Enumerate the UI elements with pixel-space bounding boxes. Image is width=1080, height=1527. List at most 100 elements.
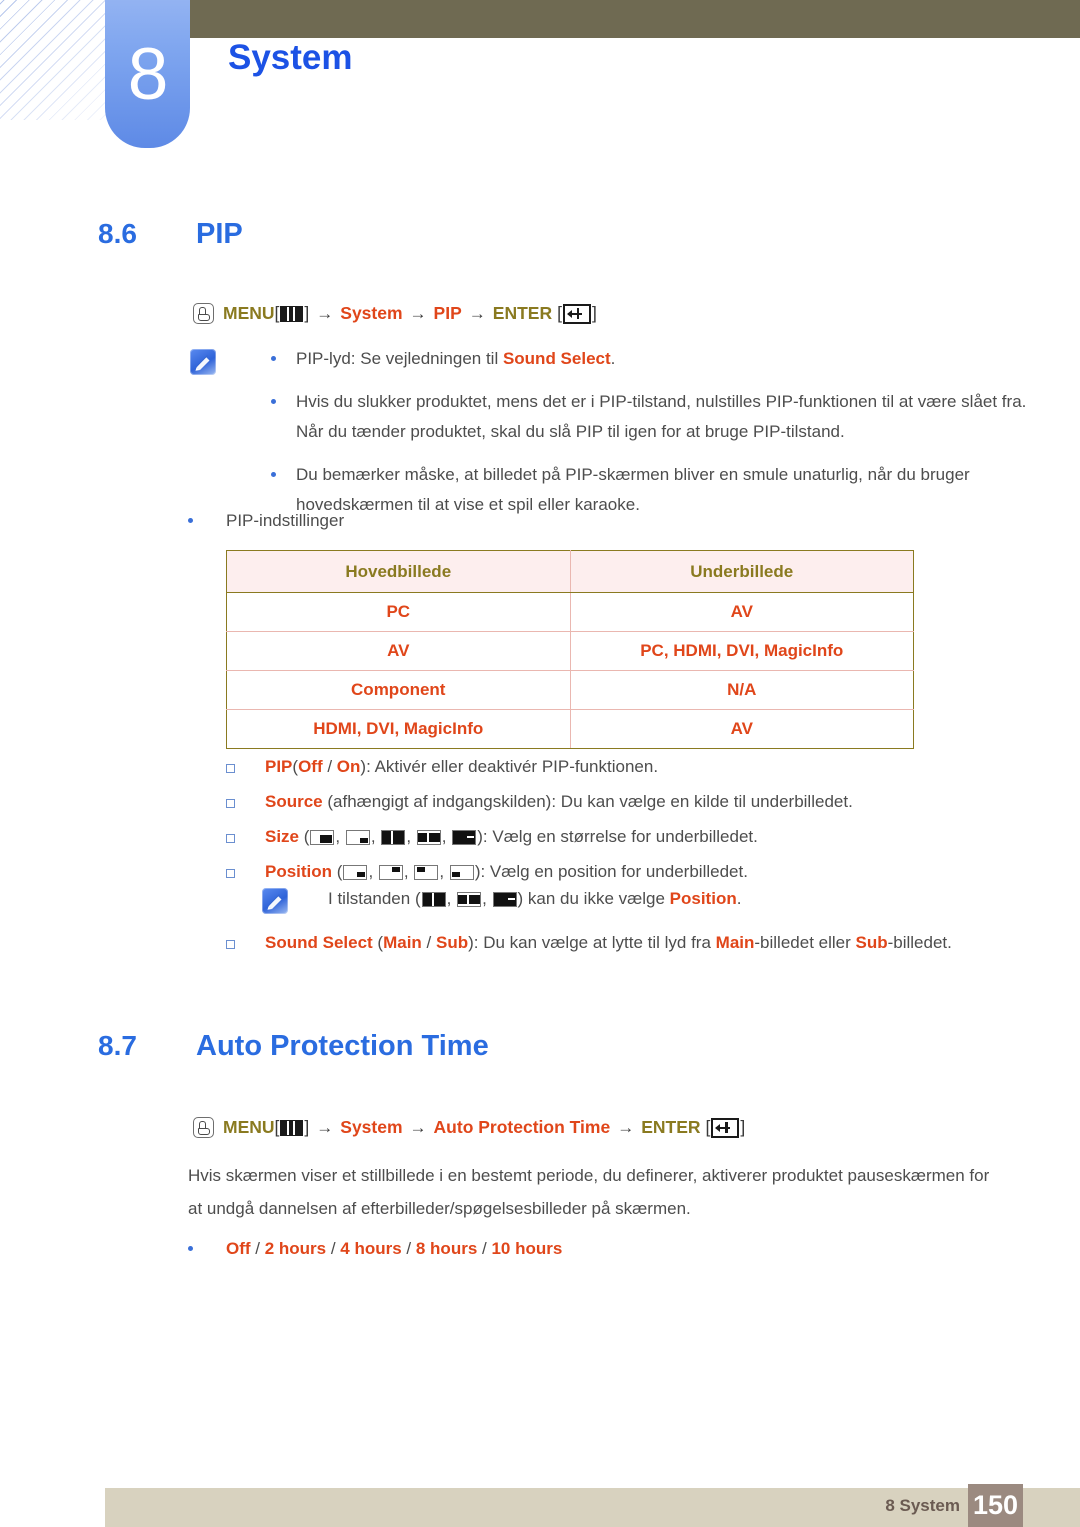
path-arrow: →	[409, 1117, 427, 1137]
option-value: Sub	[435, 933, 469, 952]
option-value: 8 hours	[415, 1239, 478, 1258]
note-pencil-icon	[190, 349, 216, 375]
menu-path-pip: MENU [ ] → System → PIP → ENTER [ ]	[193, 303, 597, 324]
icon-separator: ,	[446, 889, 457, 908]
note-text-mid: ) kan du ikke vælge	[517, 889, 670, 908]
bracket-close: ]	[591, 303, 597, 323]
path-arrow: →	[617, 1117, 635, 1137]
pip-options-list: PIP(Off / On): Aktivér eller deaktivér P…	[226, 752, 1066, 892]
size-double-window-icon	[457, 891, 482, 907]
note-pencil-icon	[262, 888, 288, 914]
square-bullet-icon	[226, 764, 235, 773]
paren-open: (	[372, 933, 384, 952]
note-text: Du bemærker måske, at billedet på PIP-sk…	[296, 465, 970, 514]
option-value: Main	[383, 933, 422, 952]
note-text-post: .	[610, 349, 616, 368]
note-text-emphasis: Position	[669, 889, 737, 908]
table-cell: HDMI, DVI, MagicInfo	[226, 709, 571, 749]
option-emphasis: Sub	[855, 933, 888, 952]
note-block-position: I tilstanden (, , ) kan du ikke vælge Po…	[262, 888, 1022, 914]
note-item: Du bemærker måske, at billedet på PIP-sk…	[271, 460, 1056, 520]
icon-separator: ,	[482, 889, 492, 908]
chapter-number: 8	[127, 33, 169, 115]
auto-protection-options: Off / 2 hours / 4 hours / 8 hours / 10 h…	[188, 1234, 562, 1264]
bullet-dot-icon	[271, 356, 276, 361]
section-title: Auto Protection Time	[196, 1030, 489, 1062]
square-bullet-icon	[226, 799, 235, 808]
note-text-pre: PIP-lyd: Se vejledningen til	[296, 349, 503, 368]
option-text: Sound Select (Main / Sub): Du kan vælge …	[265, 928, 952, 958]
icon-separator: ,	[406, 827, 416, 846]
option-value: Off	[298, 757, 323, 776]
option-description: : Vælg en størrelse for underbilledet.	[482, 827, 758, 846]
position-top-left-icon	[414, 864, 439, 880]
header-olive-bar	[190, 0, 1080, 38]
table-header-cell: Hovedbillede	[226, 550, 571, 593]
table-cell: AV	[569, 592, 914, 632]
option-value: 2 hours	[264, 1239, 327, 1258]
table-cell: Component	[226, 670, 571, 710]
icon-separator: ,	[368, 862, 378, 881]
option-separator: /	[421, 933, 436, 952]
note-text: Hvis du slukker produktet, mens det er i…	[296, 392, 1027, 441]
bullet-dot-icon	[271, 472, 276, 477]
bracket-open: [	[557, 303, 562, 323]
section-number: 8.6	[98, 218, 137, 249]
menu-label: MENU	[223, 303, 275, 323]
option-text: PIP(Off / On): Aktivér eller deaktivér P…	[265, 752, 658, 782]
note-text-pre: I tilstanden (	[328, 889, 421, 908]
path-arrow: →	[468, 303, 486, 323]
chapter-title: System	[228, 38, 353, 77]
note-block-pip: PIP-lyd: Se vejledningen til Sound Selec…	[190, 349, 1050, 520]
note-item: Hvis du slukker produktet, mens det er i…	[271, 387, 1056, 447]
option-name: Sound Select	[265, 933, 373, 952]
option-separator: /	[401, 1239, 416, 1258]
size-large-bottom-right-icon	[310, 829, 335, 845]
note-text: I tilstanden (, , ) kan du ikke vælge Po…	[328, 884, 741, 914]
table-row: AV PC, HDMI, DVI, MagicInfo	[226, 631, 914, 671]
bracket-open: [	[274, 303, 280, 323]
square-bullet-icon	[226, 834, 235, 843]
menu-keypad-icon	[280, 305, 304, 322]
table-cell: N/A	[569, 670, 914, 710]
size-double-wide-icon	[381, 829, 406, 845]
size-wide-bar-icon	[492, 891, 517, 907]
table-cell: AV	[569, 709, 914, 749]
option-item-pip: PIP(Off / On): Aktivér eller deaktivér P…	[226, 752, 1066, 782]
table-cell: AV	[226, 631, 571, 671]
option-text: Position (, , , ): Vælg en position for …	[265, 857, 748, 887]
menu-step-system: System	[340, 1117, 403, 1137]
chapter-tab: 8	[105, 0, 190, 148]
option-name: PIP	[265, 757, 293, 776]
paren-open: (	[332, 862, 343, 881]
icon-separator: ,	[370, 827, 381, 846]
square-bullet-icon	[226, 869, 235, 878]
section-number: 8.7	[98, 1030, 137, 1061]
hand-pointer-icon	[193, 1117, 214, 1138]
option-description: : Vælg en position for underbilledet.	[480, 862, 748, 881]
menu-step-pip: PIP	[433, 303, 462, 323]
option-description: -billedet eller	[754, 933, 856, 952]
option-emphasis: Main	[715, 933, 755, 952]
path-arrow: →	[316, 1117, 334, 1137]
bracket-open: [	[705, 1117, 711, 1137]
option-text: Source (afhængigt af indgangskilden): Du…	[265, 787, 853, 817]
option-item-source: Source (afhængigt af indgangskilden): Du…	[226, 787, 1066, 817]
size-double-window-icon	[416, 829, 441, 845]
option-description: : Du kan vælge en kilde til underbillede…	[551, 792, 853, 811]
option-text: Off / 2 hours / 4 hours / 8 hours / 10 h…	[226, 1234, 562, 1264]
size-small-bottom-right-icon	[345, 829, 370, 845]
option-value: 4 hours	[340, 1239, 402, 1258]
table-header-cell: Underbillede	[569, 550, 914, 593]
bullet-dot-icon	[188, 1246, 193, 1251]
option-description: : Du kan vælge at lytte til lyd fra	[473, 933, 716, 952]
enter-label: ENTER	[492, 303, 553, 323]
option-item-position: Position (, , , ): Vælg en position for …	[226, 857, 1066, 887]
table-row: HDMI, DVI, MagicInfo AV	[226, 709, 914, 749]
position-top-right-icon	[378, 864, 403, 880]
menu-keypad-icon	[280, 1119, 304, 1136]
option-qualifier: (afhængigt af indgangskilden)	[322, 792, 552, 811]
menu-path-auto-protection-time: MENU [ ] → System → Auto Protection Time…	[193, 1117, 745, 1138]
size-wide-bar-icon	[452, 829, 477, 845]
option-description: : Aktivér eller deaktivér PIP-funktionen…	[366, 757, 659, 776]
